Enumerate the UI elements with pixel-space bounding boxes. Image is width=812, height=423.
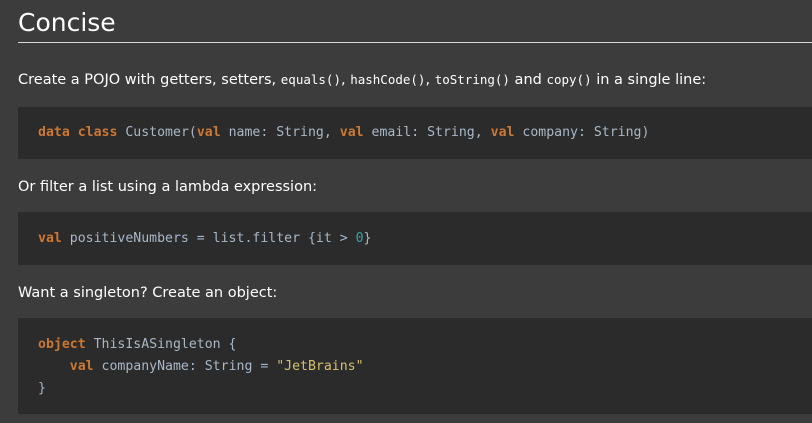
keyword-data: data — [38, 125, 70, 140]
keyword-val: val — [196, 125, 221, 140]
section-title: Concise — [18, 8, 116, 37]
code-block-singleton[interactable]: object ThisIsASingleton { val companyNam… — [18, 318, 812, 414]
code-param-company: company: String) — [514, 125, 650, 140]
keyword-val: val — [69, 359, 94, 374]
p1-text-after: in a single line: — [591, 72, 707, 88]
keyword-val: val — [38, 231, 62, 246]
code-number-literal: 0 — [355, 231, 364, 246]
p1-sep-2: , — [425, 72, 435, 88]
code-string-literal: "JetBrains" — [276, 359, 364, 374]
code-line-3: } — [38, 381, 46, 396]
code-block-data-class[interactable]: data class Customer(val name: String, va… — [18, 107, 812, 159]
code-block-filter[interactable]: val positiveNumbers = list.filter {it > … — [18, 212, 812, 265]
code-param-name: name: String, — [220, 125, 340, 140]
code-line-1: object ThisIsASingleton { — [38, 334, 812, 356]
keyword-val: val — [490, 125, 515, 140]
inline-code-hashcode: hashCode() — [350, 72, 426, 87]
code-line-2: val companyName: String = "JetBrains" — [38, 356, 812, 378]
code-close-brace: } — [363, 231, 372, 246]
code-property-decl: companyName: String = — [93, 359, 277, 374]
keyword-val: val — [339, 125, 364, 140]
intro-paragraph: Create a POJO with getters, setters, equ… — [18, 70, 706, 90]
keyword-class: class — [77, 125, 118, 140]
inline-code-copy: copy() — [546, 72, 592, 87]
section-heading: Concise — [18, 6, 812, 43]
code-class-name: Customer( — [117, 125, 197, 140]
keyword-object: object — [38, 337, 86, 352]
code-object-name: ThisIsASingleton { — [85, 337, 237, 352]
code-filter-expression: positiveNumbers = list.filter {it > — [61, 231, 356, 246]
filter-paragraph: Or filter a list using a lambda expressi… — [18, 179, 318, 195]
code-param-email: email: String, — [363, 125, 491, 140]
p1-text-before: Create a POJO with getters, setters, — [18, 72, 281, 88]
singleton-paragraph: Want a singleton? Create an object: — [18, 285, 278, 301]
p1-sep-1: , — [340, 72, 351, 88]
inline-code-tostring: toString() — [434, 72, 510, 87]
p1-and: and — [509, 72, 547, 88]
inline-code-equals: equals() — [280, 72, 341, 87]
